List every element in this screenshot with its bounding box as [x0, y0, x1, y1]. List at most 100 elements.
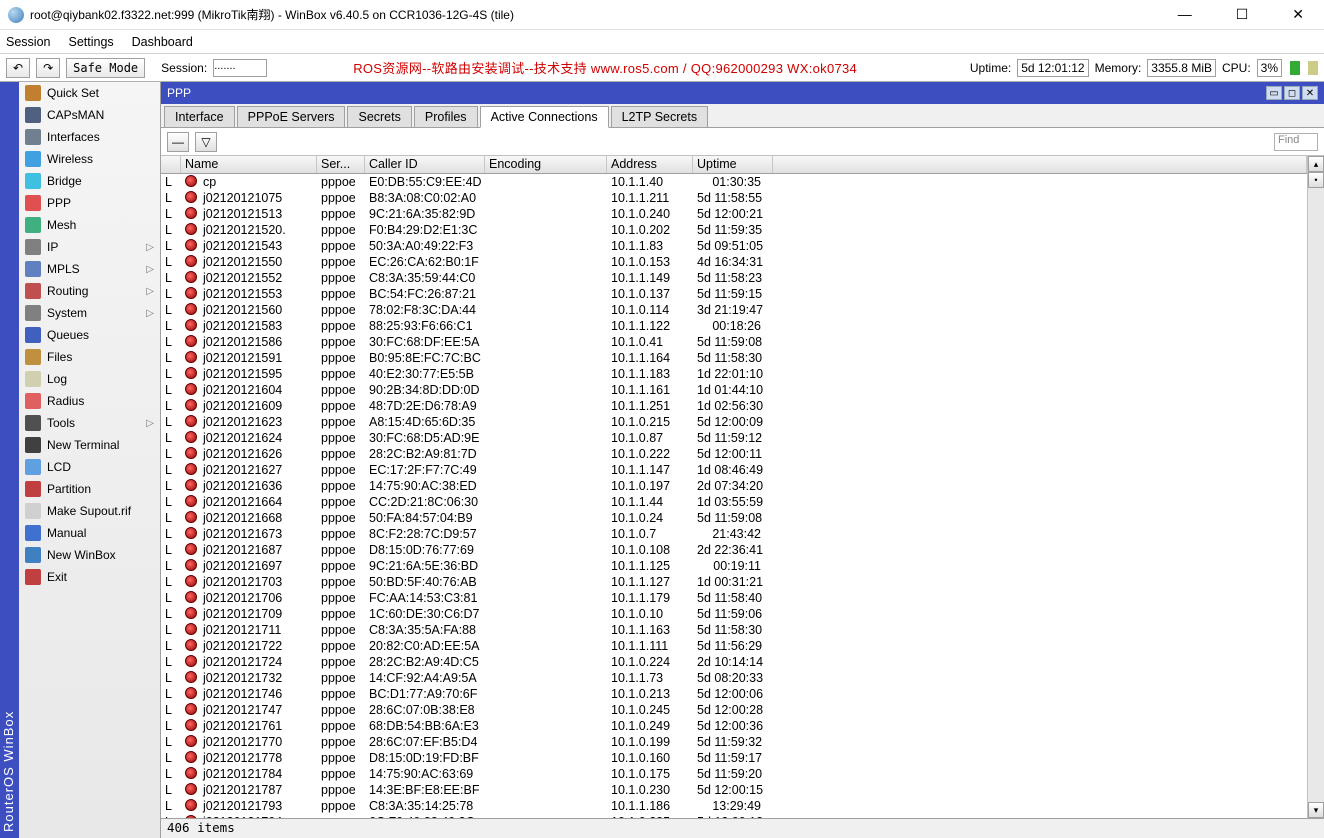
sidebar-item-mpls[interactable]: MPLS▷ [19, 258, 160, 280]
sidebar-item-new-terminal[interactable]: New Terminal [19, 434, 160, 456]
table-row[interactable]: Lj02120121687pppoeD8:15:0D:76:77:6910.1.… [161, 542, 1307, 558]
table-row[interactable]: Lj02120121609pppoe48:7D:2E:D6:78:A910.1.… [161, 398, 1307, 414]
filter-button[interactable]: ▽ [195, 132, 217, 152]
table-row[interactable]: Lj02120121583pppoe88:25:93:F6:66:C110.1.… [161, 318, 1307, 334]
sidebar-item-partition[interactable]: Partition [19, 478, 160, 500]
table-row[interactable]: Lj02120121761pppoe68:DB:54:BB:6A:E310.1.… [161, 718, 1307, 734]
menu-dashboard[interactable]: Dashboard [132, 35, 193, 49]
col-service[interactable]: Ser... [317, 156, 365, 173]
col-encoding[interactable]: Encoding [485, 156, 607, 173]
scroll-down-button[interactable]: ▾ [1308, 802, 1324, 818]
sidebar-item-system[interactable]: System▷ [19, 302, 160, 324]
table-row[interactable]: Lj02120121706pppoeFC:AA:14:53:C3:8110.1.… [161, 590, 1307, 606]
table-row[interactable]: Lj02120121623pppoeA8:15:4D:65:6D:3510.1.… [161, 414, 1307, 430]
panel-min-button[interactable]: ▭ [1266, 86, 1282, 100]
table-row[interactable]: Lj02120121697pppoe9C:21:6A:5E:36:BD10.1.… [161, 558, 1307, 574]
sidebar-item-manual[interactable]: Manual [19, 522, 160, 544]
sidebar-item-queues[interactable]: Queues [19, 324, 160, 346]
table-row[interactable]: Lj02120121711pppoeC8:3A:35:5A:FA:8810.1.… [161, 622, 1307, 638]
col-uptime[interactable]: Uptime [693, 156, 773, 173]
sidebar-item-interfaces[interactable]: Interfaces [19, 126, 160, 148]
sidebar-item-mesh[interactable]: Mesh [19, 214, 160, 236]
table-row[interactable]: Lj02120121627pppoeEC:17:2F:F7:7C:4910.1.… [161, 462, 1307, 478]
sidebar-item-files[interactable]: Files [19, 346, 160, 368]
safe-mode-button[interactable]: Safe Mode [66, 58, 145, 78]
col-name[interactable]: Name [181, 156, 317, 173]
sidebar-item-wireless[interactable]: Wireless [19, 148, 160, 170]
table-row[interactable]: Lj02120121793pppoeC8:3A:35:14:25:7810.1.… [161, 798, 1307, 814]
table-row[interactable]: Lj02120121624pppoe30:FC:68:D5:AD:9E10.1.… [161, 430, 1307, 446]
table-row[interactable]: Lj02120121075pppoeB8:3A:08:C0:02:A010.1.… [161, 190, 1307, 206]
table-row[interactable]: Lj02120121770pppoe28:6C:07:EF:B5:D410.1.… [161, 734, 1307, 750]
table-row[interactable]: Lj02120121664pppoeCC:2D:21:8C:06:3010.1.… [161, 494, 1307, 510]
col-caller[interactable]: Caller ID [365, 156, 485, 173]
sidebar-item-tools[interactable]: Tools▷ [19, 412, 160, 434]
tab-interface[interactable]: Interface [164, 106, 235, 127]
scroll-up-button[interactable]: ▴ [1308, 156, 1324, 172]
table-row[interactable]: Lj02120121746pppoeBC:D1:77:A9:70:6F10.1.… [161, 686, 1307, 702]
table-row[interactable]: Lj02120121586pppoe30:FC:68:DF:EE:5A10.1.… [161, 334, 1307, 350]
scroll-dot-button[interactable]: • [1308, 172, 1324, 188]
session-input[interactable]: ....... [213, 59, 267, 77]
menu-session[interactable]: Session [6, 35, 50, 49]
tab-profiles[interactable]: Profiles [414, 106, 478, 127]
tab-active-connections[interactable]: Active Connections [480, 106, 609, 128]
sidebar-item-routing[interactable]: Routing▷ [19, 280, 160, 302]
table-row[interactable]: Lj02120121636pppoe14:75:90:AC:38:ED10.1.… [161, 478, 1307, 494]
table-row[interactable]: Lj02120121626pppoe28:2C:B2:A9:81:7D10.1.… [161, 446, 1307, 462]
grid-body[interactable]: LcppppoeE0:DB:55:C9:EE:4D10.1.1.4001:30:… [161, 174, 1307, 818]
sidebar-item-lcd[interactable]: LCD [19, 456, 160, 478]
table-row[interactable]: Lj02120121543pppoe50:3A:A0:49:22:F310.1.… [161, 238, 1307, 254]
sidebar-item-make-supout.rif[interactable]: Make Supout.rif [19, 500, 160, 522]
table-row[interactable]: Lj02120121724pppoe28:2C:B2:A9:4D:C510.1.… [161, 654, 1307, 670]
menu-settings[interactable]: Settings [68, 35, 113, 49]
table-row[interactable]: Lj02120121722pppoe20:82:C0:AD:EE:5A10.1.… [161, 638, 1307, 654]
sidebar-item-ip[interactable]: IP▷ [19, 236, 160, 258]
table-row[interactable]: Lj02120121794pppoe6C:F0:49:83:40:2C10.1.… [161, 814, 1307, 818]
table-row[interactable]: Lj02120121520.pppoeF0:B4:29:D2:E1:3C10.1… [161, 222, 1307, 238]
remove-button[interactable]: — [167, 132, 189, 152]
sidebar-item-new-winbox[interactable]: New WinBox [19, 544, 160, 566]
table-row[interactable]: Lj02120121604pppoe90:2B:34:8D:DD:0D10.1.… [161, 382, 1307, 398]
table-row[interactable]: Lj02120121778pppoeD8:15:0D:19:FD:BF10.1.… [161, 750, 1307, 766]
connection-icon [185, 671, 197, 683]
sidebar-item-quick-set[interactable]: Quick Set [19, 82, 160, 104]
sidebar-item-capsman[interactable]: CAPsMAN [19, 104, 160, 126]
table-row[interactable]: Lj02120121703pppoe50:BD:5F:40:76:AB10.1.… [161, 574, 1307, 590]
sidebar-item-radius[interactable]: Radius [19, 390, 160, 412]
table-row[interactable]: Lj02120121668pppoe50:FA:84:57:04:B910.1.… [161, 510, 1307, 526]
table-row[interactable]: LcppppoeE0:DB:55:C9:EE:4D10.1.1.4001:30:… [161, 174, 1307, 190]
table-row[interactable]: Lj02120121595pppoe40:E2:30:77:E5:5B10.1.… [161, 366, 1307, 382]
table-row[interactable]: Lj02120121560pppoe78:02:F8:3C:DA:4410.1.… [161, 302, 1307, 318]
maximize-button[interactable]: ☐ [1224, 2, 1261, 27]
table-row[interactable]: Lj02120121550pppoeEC:26:CA:62:B0:1F10.1.… [161, 254, 1307, 270]
vertical-scrollbar[interactable]: ▴ • ▾ [1307, 156, 1324, 818]
panel-max-button[interactable]: ◻ [1284, 86, 1300, 100]
sidebar-item-ppp[interactable]: PPP [19, 192, 160, 214]
sidebar-item-log[interactable]: Log [19, 368, 160, 390]
table-row[interactable]: Lj02120121552pppoeC8:3A:35:59:44:C010.1.… [161, 270, 1307, 286]
col-address[interactable]: Address [607, 156, 693, 173]
sidebar-item-exit[interactable]: Exit [19, 566, 160, 588]
table-row[interactable]: Lj02120121673pppoe8C:F2:28:7C:D9:5710.1.… [161, 526, 1307, 542]
redo-button[interactable]: ↷ [36, 58, 60, 78]
tab-secrets[interactable]: Secrets [347, 106, 411, 127]
panel-close-button[interactable]: ✕ [1302, 86, 1318, 100]
table-row[interactable]: Lj02120121553pppoeBC:54:FC:26:87:2110.1.… [161, 286, 1307, 302]
col-flag[interactable] [161, 156, 181, 173]
sidebar-item-bridge[interactable]: Bridge [19, 170, 160, 192]
find-input[interactable]: Find [1274, 133, 1318, 151]
table-row[interactable]: Lj02120121784pppoe14:75:90:AC:63:6910.1.… [161, 766, 1307, 782]
table-row[interactable]: Lj02120121787pppoe14:3E:BF:E8:EE:BF10.1.… [161, 782, 1307, 798]
scroll-track[interactable] [1308, 188, 1324, 802]
table-row[interactable]: Lj02120121709pppoe1C:60:DE:30:C6:D710.1.… [161, 606, 1307, 622]
table-row[interactable]: Lj02120121513pppoe9C:21:6A:35:82:9D10.1.… [161, 206, 1307, 222]
close-button[interactable]: ✕ [1280, 2, 1316, 27]
table-row[interactable]: Lj02120121747pppoe28:6C:07:0B:38:E810.1.… [161, 702, 1307, 718]
tab-l2tp-secrets[interactable]: L2TP Secrets [611, 106, 709, 127]
minimize-button[interactable]: — [1166, 2, 1204, 27]
table-row[interactable]: Lj02120121591pppoeB0:95:8E:FC:7C:BC10.1.… [161, 350, 1307, 366]
undo-button[interactable]: ↶ [6, 58, 30, 78]
tab-pppoe-servers[interactable]: PPPoE Servers [237, 106, 346, 127]
table-row[interactable]: Lj02120121732pppoe14:CF:92:A4:A9:5A10.1.… [161, 670, 1307, 686]
